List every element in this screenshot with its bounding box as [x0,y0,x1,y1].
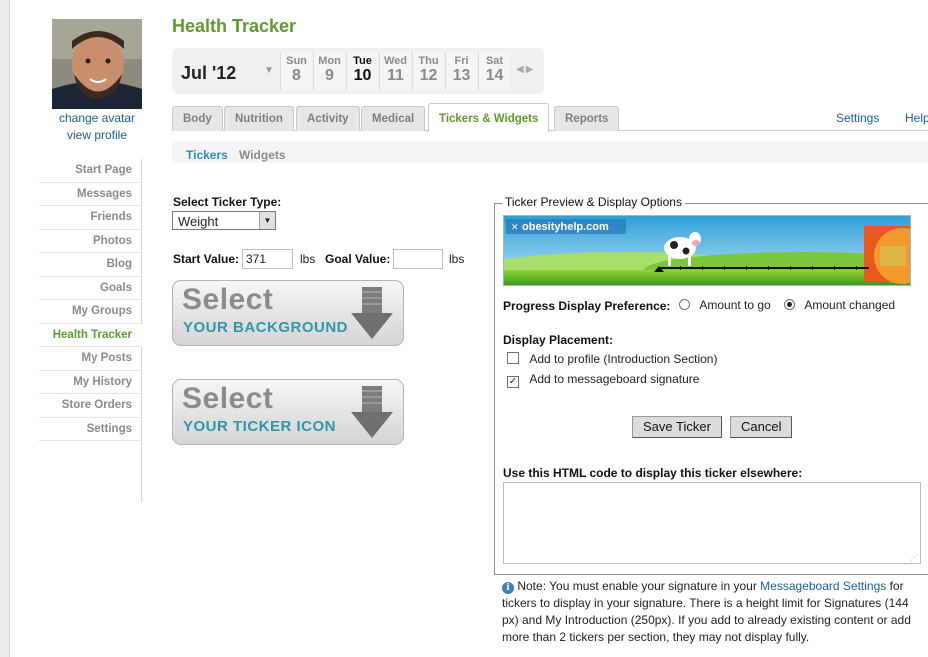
start-unit: lbs [300,252,316,266]
checkbox-add-to-signature[interactable]: ✓ Add to messageboard signature [507,372,699,388]
radio-button[interactable] [679,299,690,310]
resize-grip-icon[interactable]: ⋰ [910,553,918,562]
day-sat[interactable]: Sat 14 [478,52,510,90]
sidebar-item-store-orders[interactable]: Store Orders [39,394,141,418]
date-bar: Jul '12 ▼ Sun 8 Mon 9 Tue 10 Wed 11 Thu … [172,48,544,94]
signature-note: i Note: You must enable your signature i… [502,579,911,644]
sidebar-item-photos[interactable]: Photos [39,230,141,253]
view-profile-link[interactable]: view profile [67,128,127,142]
sidebar-item-health-tracker[interactable]: Health Tracker [39,323,142,347]
day-thu[interactable]: Thu 12 [412,52,444,90]
goal-unit: lbs [449,252,465,266]
html-code-label: Use this HTML code to display this ticke… [503,466,803,480]
ticker-brand: obesityhelp.com [522,221,609,233]
sidebar-item-my-groups[interactable]: My Groups [39,300,141,324]
radio-amount-to-go[interactable]: Amount to go [679,298,771,312]
month-selector[interactable]: Jul '12 [181,63,236,84]
checkbox-checked[interactable]: ✓ [507,376,519,388]
page-title: Health Tracker [172,16,297,36]
subtab-widgets[interactable]: Widgets [239,148,286,162]
ticker-graphic: ✕ obesityhelp.com [504,216,910,285]
day-fri[interactable]: Fri 13 [445,52,477,90]
avatar-photo [52,19,142,109]
tab-medical[interactable]: Medical [361,106,426,131]
tab-body[interactable]: Body [172,106,223,131]
sidebar-item-start-page[interactable]: Start Page [39,159,141,183]
checkbox-add-to-profile[interactable]: Add to profile (Introduction Section) [507,352,717,366]
prev-week-icon[interactable]: ◀ [516,64,526,75]
chevron-down-icon: ▼ [259,212,275,229]
subtab-tickers[interactable]: Tickers [186,148,228,162]
ticker-type-label: Select Ticker Type: [173,195,282,209]
next-week-icon[interactable]: ▶ [526,64,536,75]
sidebar-item-settings[interactable]: Settings [39,418,141,441]
start-value-input[interactable]: 371 [242,249,293,269]
start-value-label: Start Value: [173,252,240,266]
avatar[interactable] [52,19,142,109]
radio-amount-changed[interactable]: Amount changed [784,298,895,312]
sidebar-item-my-posts[interactable]: My Posts [39,347,141,371]
change-avatar-link[interactable]: change avatar [59,111,135,125]
sidebar-item-friends[interactable]: Friends [39,206,141,230]
sidebar-item-blog[interactable]: Blog [39,253,141,277]
messageboard-settings-link[interactable]: Messageboard Settings [760,579,886,593]
select-ticker-icon-button[interactable]: Select YOUR TICKER ICON [172,379,404,445]
ticker-preview-image: ✕ obesityhelp.com [503,215,911,286]
radio-button-selected[interactable] [784,299,795,310]
display-placement-label: Display Placement: [503,333,614,347]
day-wed[interactable]: Wed 11 [379,52,411,90]
goal-value-input[interactable] [393,249,443,269]
progress-preference-label: Progress Display Preference: [503,299,671,313]
html-code-textarea[interactable]: ⋰ [503,482,921,564]
tab-activity[interactable]: Activity [296,106,360,131]
ticker-preview-legend: Ticker Preview & Display Options [502,195,685,209]
settings-link[interactable]: Settings [836,111,879,125]
sidebar-item-messages[interactable]: Messages [39,183,141,206]
day-sun[interactable]: Sun 8 [280,52,312,90]
save-ticker-button[interactable]: Save Ticker [632,416,722,438]
day-mon[interactable]: Mon 9 [313,52,345,90]
sidebar-nav: Start Page Messages Friends Photos Blog … [39,159,142,502]
tab-nutrition[interactable]: Nutrition [224,106,294,131]
checkbox[interactable] [507,352,519,364]
sidebar-item-goals[interactable]: Goals [39,277,141,300]
week-nav-arrows: ◀▶ [516,64,535,75]
day-tue[interactable]: Tue 10 [346,52,378,90]
arrow-down-icon [351,386,393,438]
cancel-button[interactable]: Cancel [730,416,793,438]
tab-reports[interactable]: Reports [554,106,620,131]
arrow-down-icon [351,287,393,339]
info-icon: i [502,582,514,594]
sidebar-item-my-history[interactable]: My History [39,371,141,394]
page-left-edge [0,0,10,657]
help-link[interactable]: Help [905,111,928,125]
svg-text:✕: ✕ [511,222,519,232]
select-background-button[interactable]: Select YOUR BACKGROUND [172,280,404,346]
chevron-down-icon[interactable]: ▼ [264,65,274,76]
ticker-type-select[interactable]: Weight ▼ [172,211,276,230]
tab-tickers-widgets[interactable]: Tickers & Widgets [428,103,550,132]
goal-value-label: Goal Value: [325,252,391,266]
